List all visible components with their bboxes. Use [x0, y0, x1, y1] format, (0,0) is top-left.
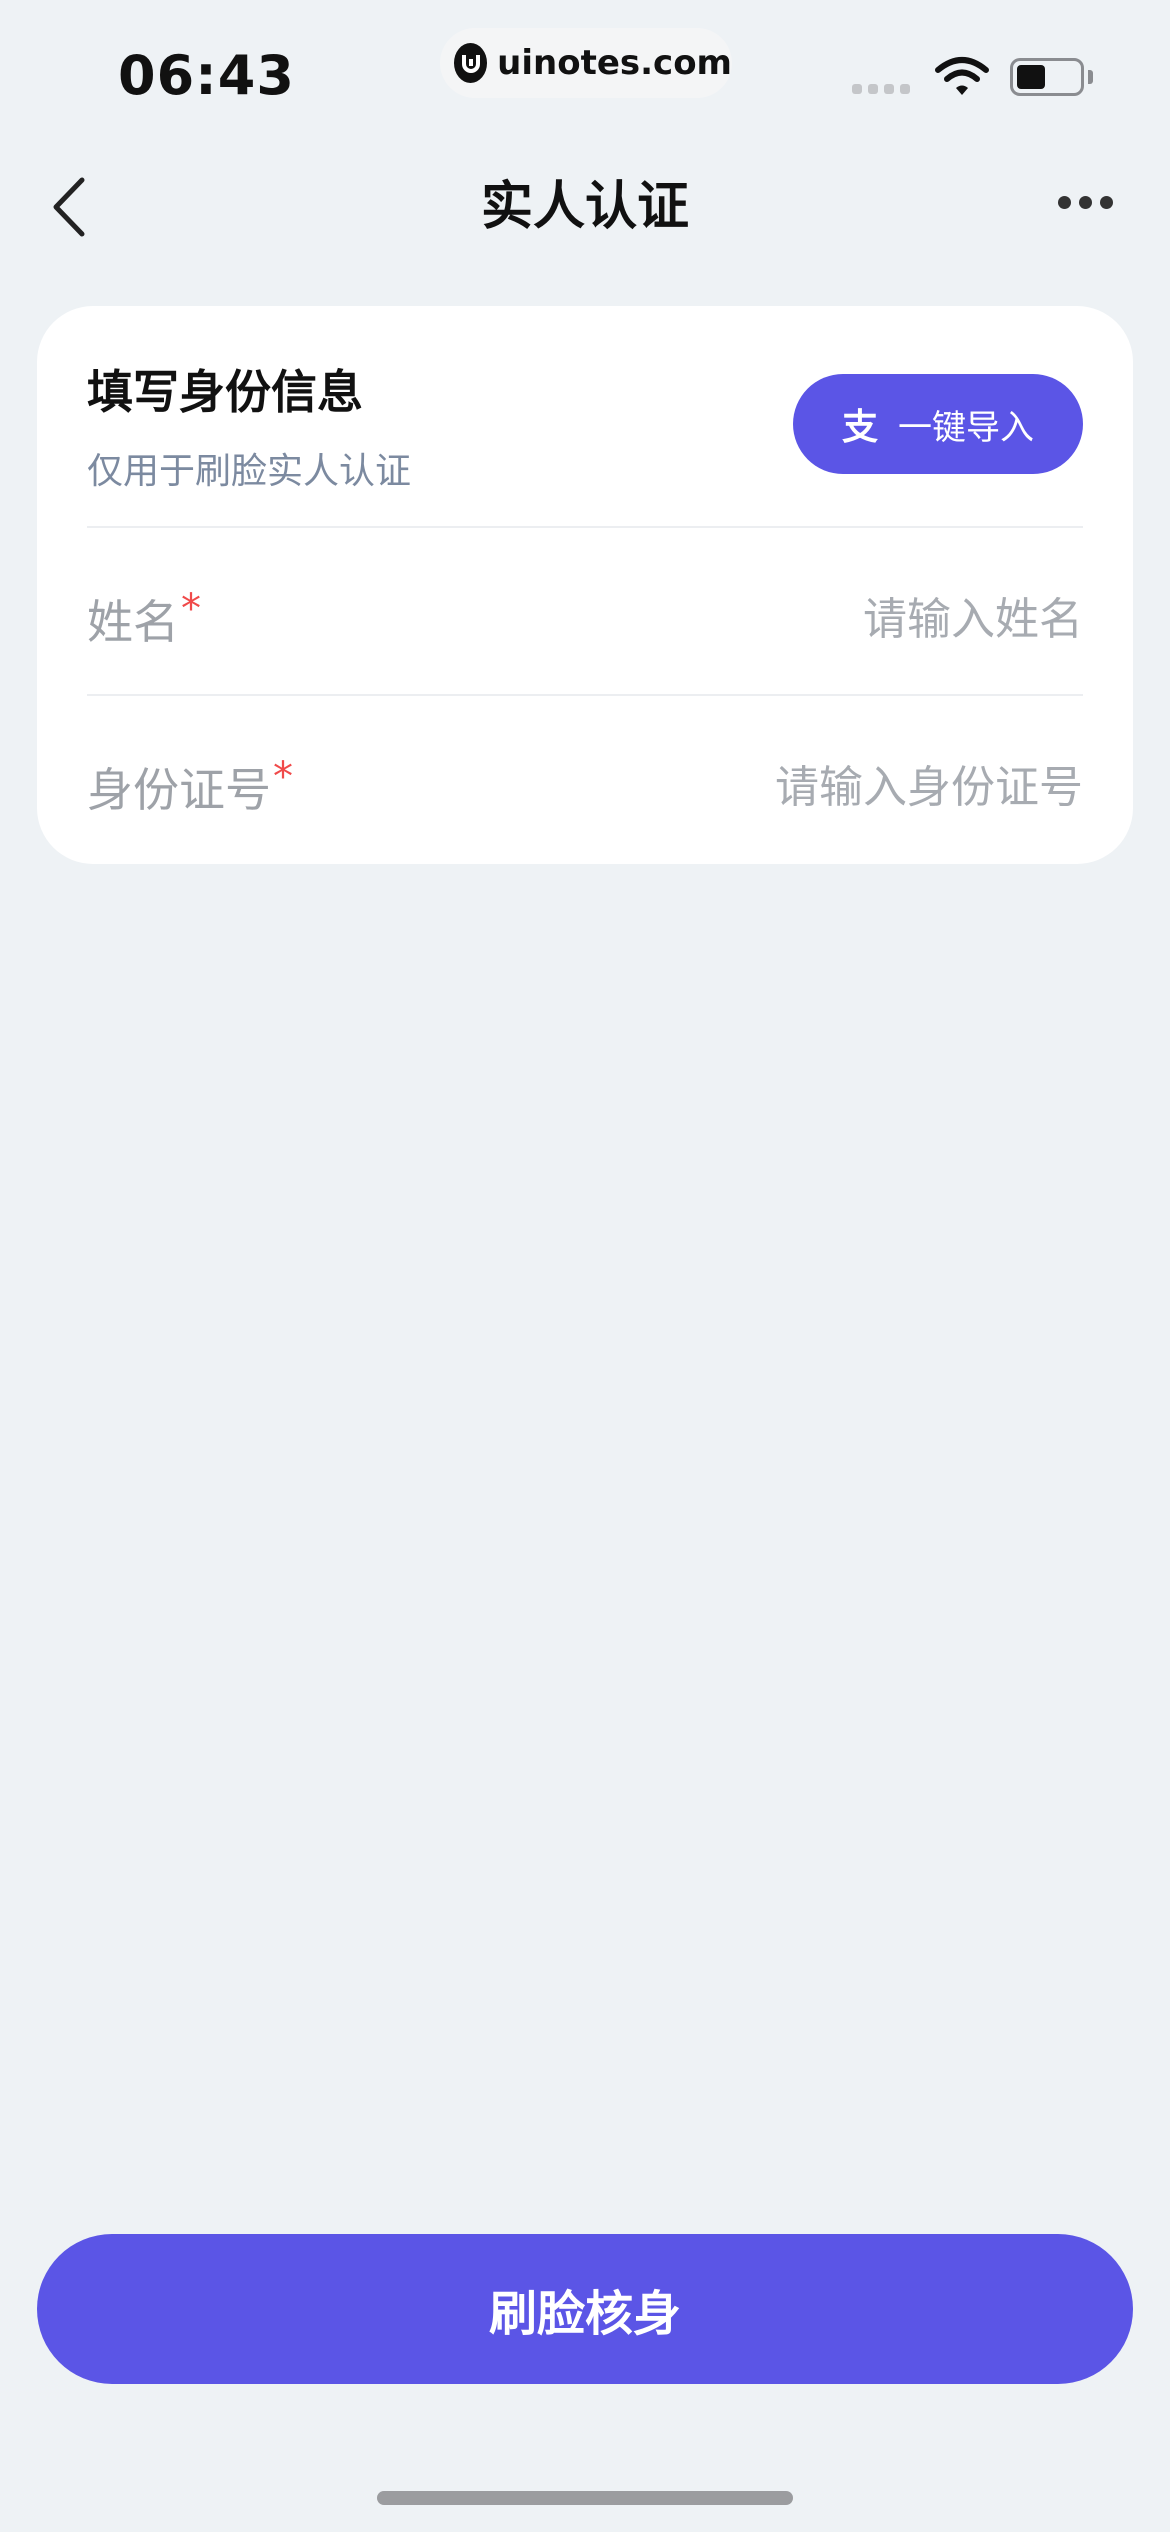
name-input[interactable] — [463, 584, 1083, 654]
page-title: 实人认证 — [480, 177, 689, 237]
face-verification-button[interactable]: 刷脸核身 — [37, 2234, 1133, 2384]
status-bar: 06:43 uinotes.com — [0, 0, 1170, 140]
status-time: 06:43 — [118, 44, 295, 107]
watermark-logo-icon — [454, 43, 488, 83]
screen: 06:43 uinotes.com 实人认证 填写身份信息 仅用于刷脸实人认证 … — [0, 0, 1170, 2532]
one-click-import-button[interactable]: 支 一键导入 — [793, 374, 1083, 474]
required-mark: * — [273, 754, 293, 800]
name-field-label: 姓名* — [87, 586, 201, 649]
home-indicator — [377, 2491, 793, 2505]
divider — [87, 694, 1083, 696]
watermark-badge: uinotes.com — [440, 28, 732, 98]
required-mark: * — [181, 586, 201, 632]
battery-icon — [1010, 58, 1084, 96]
cellular-signal-icon — [852, 84, 910, 94]
divider — [87, 526, 1083, 528]
wifi-icon — [934, 56, 990, 102]
identity-form-card: 填写身份信息 仅用于刷脸实人认证 支 一键导入 姓名* 身份证号* — [37, 306, 1133, 864]
more-options-icon[interactable] — [1058, 196, 1113, 209]
id-number-field-label: 身份证号* — [87, 754, 293, 817]
alipay-icon: 支 — [841, 407, 878, 448]
card-subtitle: 仅用于刷脸实人认证 — [87, 451, 412, 492]
watermark-text: uinotes.com — [497, 43, 732, 83]
import-button-label: 一键导入 — [898, 407, 1034, 448]
card-title: 填写身份信息 — [87, 365, 363, 419]
battery-cap — [1088, 70, 1093, 84]
id-number-input[interactable] — [463, 752, 1083, 822]
